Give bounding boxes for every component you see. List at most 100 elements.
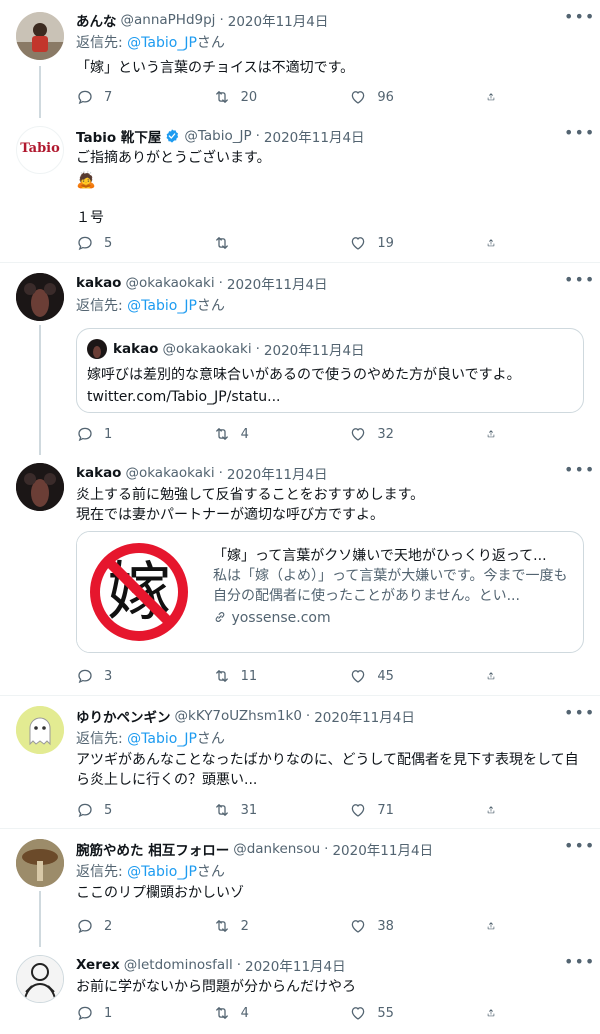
author-handle[interactable]: @dankensou xyxy=(233,841,320,857)
retweet-button[interactable]: 31 xyxy=(213,800,323,820)
avatar-anna[interactable] xyxy=(16,12,64,60)
more-icon[interactable]: ••• xyxy=(564,705,594,726)
share-button[interactable] xyxy=(486,87,506,107)
tweet-date[interactable]: 2020年11月4日 xyxy=(227,463,328,483)
author-name[interactable]: Xerex xyxy=(76,957,120,973)
heart-icon xyxy=(352,920,365,933)
share-button[interactable] xyxy=(486,233,506,253)
like-count: 19 xyxy=(377,235,394,251)
more-icon[interactable]: ••• xyxy=(564,272,594,293)
retweet-button[interactable]: 20 xyxy=(213,87,323,107)
tweet-anna[interactable]: あんな @annaPHd9pj · 2020年11月4日 返信先: @Tabio… xyxy=(0,0,600,118)
reply-to-prefix: 返信先: xyxy=(76,298,128,314)
reply-to: 返信先: @Tabio_JPさん xyxy=(76,32,584,52)
author-handle[interactable]: @kKY7oUZhsm1k0 xyxy=(175,708,302,724)
reply-button[interactable]: 1 xyxy=(76,1003,186,1023)
separator-dot: · xyxy=(305,708,311,724)
reply-to-mention[interactable]: @Tabio_JP xyxy=(127,864,197,880)
thread-line xyxy=(39,66,41,118)
share-button[interactable] xyxy=(486,424,506,444)
retweet-icon xyxy=(215,670,228,682)
tweet-yurika[interactable]: ゆりかペンギン @kKY7oUZhsm1k0 · 2020年11月4日 返信先:… xyxy=(0,696,600,828)
like-button[interactable]: 45 xyxy=(349,666,459,686)
share-button[interactable] xyxy=(486,666,506,686)
tweet-date[interactable]: 2020年11月4日 xyxy=(314,706,415,726)
reply-button[interactable]: 7 xyxy=(76,87,186,107)
author-handle[interactable]: @okakaokaki xyxy=(125,465,214,481)
share-button[interactable] xyxy=(486,1003,506,1023)
retweet-button[interactable]: 4 xyxy=(213,1003,323,1023)
avatar-kakao[interactable] xyxy=(16,463,64,511)
avatar-kakao[interactable] xyxy=(16,273,64,321)
author-name[interactable]: あんな xyxy=(76,10,117,30)
avatar-yurika[interactable] xyxy=(16,706,64,754)
more-icon[interactable]: ••• xyxy=(564,125,594,146)
author-handle[interactable]: @annaPHd9pj xyxy=(121,12,216,28)
tweet-actions: 1 4 32 xyxy=(76,424,506,444)
tweet-tabio[interactable]: Tabio Tabio 靴下屋 @Tabio_JP · 2020年11月4日 ご… xyxy=(0,116,600,262)
retweet-count: 31 xyxy=(240,802,258,818)
author-name[interactable]: ゆりかペンギン xyxy=(76,706,171,726)
avatar-dankensou[interactable] xyxy=(16,839,64,887)
thread-line xyxy=(39,325,41,455)
author-name[interactable]: 腕筋やめた 相互フォロー xyxy=(76,839,229,859)
reply-button[interactable]: 1 xyxy=(76,424,186,444)
share-button[interactable] xyxy=(486,800,506,820)
avatar-xerex[interactable] xyxy=(16,955,64,1003)
like-count: 55 xyxy=(377,1005,394,1021)
retweet-count: 4 xyxy=(240,1005,249,1021)
reply-button[interactable]: 5 xyxy=(76,233,186,253)
like-button[interactable]: 38 xyxy=(349,916,459,936)
avatar-tabio[interactable]: Tabio xyxy=(16,126,64,174)
share-icon xyxy=(487,806,495,814)
quote-link[interactable]: twitter.com/Tabio_JP/statu... xyxy=(87,387,573,407)
tweet-date[interactable]: 2020年11月4日 xyxy=(227,273,328,293)
more-icon[interactable]: ••• xyxy=(564,954,594,975)
card-domain: yossense.com xyxy=(231,610,331,626)
retweet-button[interactable]: 11 xyxy=(213,666,323,686)
reply-to-mention[interactable]: @Tabio_JP xyxy=(127,731,197,747)
reply-to-prefix: 返信先: xyxy=(76,731,128,747)
like-count: 38 xyxy=(377,918,394,934)
author-handle[interactable]: @Tabio_JP xyxy=(184,128,251,144)
tweet-actions: 5 31 71 xyxy=(76,800,506,820)
like-button[interactable]: 32 xyxy=(349,424,459,444)
tweet-date[interactable]: 2020年11月4日 xyxy=(264,126,365,146)
author-handle[interactable]: @letdominosfall xyxy=(124,957,233,973)
tweet-date[interactable]: 2020年11月4日 xyxy=(228,10,329,30)
retweet-button[interactable]: 4 xyxy=(213,424,323,444)
reply-button[interactable]: 2 xyxy=(76,916,186,936)
tweet-dankensou[interactable]: 腕筋やめた 相互フォロー @dankensou · 2020年11月4日 返信先… xyxy=(0,829,600,947)
like-button[interactable]: 55 xyxy=(349,1003,459,1023)
author-name[interactable]: kakao xyxy=(76,465,121,481)
card-domain-row: yossense.com xyxy=(213,608,571,628)
author-name[interactable]: Tabio 靴下屋 xyxy=(76,126,161,146)
more-icon[interactable]: ••• xyxy=(564,462,594,483)
quoted-tweet[interactable]: kakao @okakaokaki · 2020年11月4日 嫁呼びは差別的な意… xyxy=(76,328,584,413)
tweet-date[interactable]: 2020年11月4日 xyxy=(332,839,433,859)
like-button[interactable]: 19 xyxy=(349,233,459,253)
tweet-kakao-1[interactable]: kakao @okakaokaki · 2020年11月4日 返信先: @Tab… xyxy=(0,263,600,455)
retweet-button[interactable] xyxy=(213,233,323,253)
reply-button[interactable]: 5 xyxy=(76,800,186,820)
reply-to-mention[interactable]: @Tabio_JP xyxy=(127,35,197,51)
retweet-button[interactable]: 2 xyxy=(213,916,323,936)
reply-icon xyxy=(78,1006,92,1021)
like-count: 71 xyxy=(377,802,394,818)
tweet-feed: あんな @annaPHd9pj · 2020年11月4日 返信先: @Tabio… xyxy=(0,0,600,1034)
reply-to-mention[interactable]: @Tabio_JP xyxy=(127,298,197,314)
like-button[interactable]: 71 xyxy=(349,800,459,820)
more-icon[interactable]: ••• xyxy=(564,838,594,859)
reply-button[interactable]: 3 xyxy=(76,666,186,686)
author-handle[interactable]: @okakaokaki xyxy=(125,275,214,291)
separator-dot: · xyxy=(324,841,329,857)
like-button[interactable]: 96 xyxy=(349,87,459,107)
retweet-count: 2 xyxy=(240,918,249,934)
link-card[interactable]: 嫁 「嫁」って言葉がクソ嫌いで天地がひっくり返って... 私は「嫁（よめ）」って… xyxy=(76,531,584,653)
author-name[interactable]: kakao xyxy=(76,275,121,291)
share-button[interactable] xyxy=(486,916,506,936)
tweet-xerex[interactable]: Xerex @letdominosfall · 2020年11月4日 お前に学が… xyxy=(0,945,600,1034)
tweet-kakao-2[interactable]: kakao @okakaokaki · 2020年11月4日 炎上する前に勉強し… xyxy=(0,453,600,695)
tweet-date[interactable]: 2020年11月4日 xyxy=(245,955,346,975)
more-icon[interactable]: ••• xyxy=(564,9,594,30)
